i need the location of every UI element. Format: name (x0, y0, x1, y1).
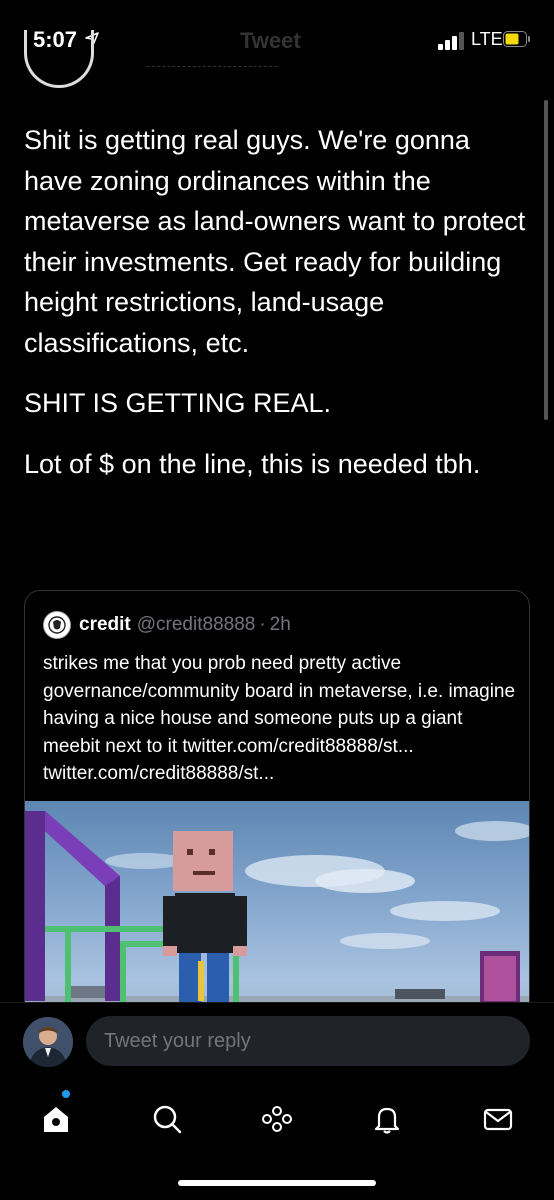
quoted-tweet-text: strikes me that you prob need pretty act… (43, 653, 516, 784)
quoted-author-handle: @credit88888 (136, 614, 256, 635)
home-indicator[interactable] (178, 1180, 376, 1186)
quoted-tweet-card[interactable]: credit @credit88888 · 2h strikes me that… (24, 590, 530, 1030)
tab-spaces[interactable] (252, 1094, 302, 1144)
cellular-signal-icon (438, 32, 464, 50)
tab-search[interactable] (142, 1094, 192, 1144)
quoted-author-name[interactable]: credit (79, 614, 131, 636)
quoted-author-avatar[interactable] (43, 611, 71, 639)
tab-home[interactable] (31, 1094, 81, 1144)
dot-separator: · (259, 614, 266, 635)
tweet-body: Shit is getting real guys. We're gonna h… (24, 120, 534, 504)
spaces-icon (262, 1106, 292, 1132)
home-icon (44, 1107, 68, 1132)
notifications-icon (374, 1107, 400, 1134)
tweet-paragraph: Shit is getting real guys. We're gonna h… (24, 125, 526, 358)
home-notification-dot (62, 1090, 70, 1098)
avatar-face-icon (48, 616, 66, 634)
header-title: Tweet (240, 28, 301, 53)
metaverse-scene-image (25, 811, 529, 1029)
quoted-tweet-image[interactable] (25, 801, 529, 1029)
battery-icon (503, 31, 530, 47)
reply-input[interactable] (86, 1016, 530, 1066)
tab-notifications[interactable] (362, 1094, 412, 1144)
reply-bar (0, 1002, 554, 1081)
author-handle-faded (147, 66, 277, 73)
network-type: LTE (471, 29, 503, 49)
search-icon (153, 1105, 182, 1134)
scroll-indicator (544, 100, 548, 420)
user-avatar-image (23, 1017, 73, 1067)
tweet-paragraph: SHIT IS GETTING REAL. (24, 388, 332, 418)
messages-icon (483, 1108, 513, 1131)
tweet-paragraph: Lot of $ on the line, this is needed tbh… (24, 448, 481, 479)
tab-messages[interactable] (473, 1094, 523, 1144)
quoted-tweet-time: 2h (269, 614, 291, 635)
user-avatar[interactable] (23, 1017, 73, 1067)
quoted-tweet-header: credit @credit88888 · 2h (43, 611, 291, 639)
